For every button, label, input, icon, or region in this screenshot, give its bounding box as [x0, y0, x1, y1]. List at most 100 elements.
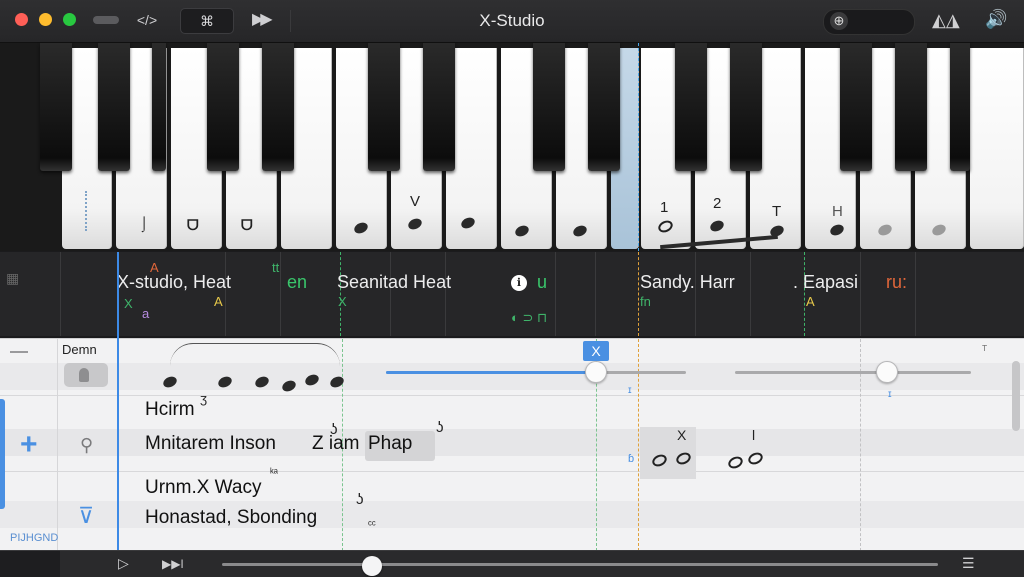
- region-mark: X: [677, 427, 687, 443]
- clip-label[interactable]: X-studio, Heat: [117, 272, 231, 293]
- clip-sub: X: [124, 296, 133, 311]
- grid-line: [225, 252, 226, 336]
- grid-line: [280, 252, 281, 336]
- split-view-icon[interactable]: ◭◮: [932, 10, 960, 31]
- clip-accent: ru:: [886, 272, 908, 292]
- phrase-arc: [170, 343, 340, 366]
- grid-line: [750, 252, 751, 336]
- track-icon: ▦: [6, 270, 20, 286]
- black-key[interactable]: [368, 43, 400, 171]
- pan-slider-track[interactable]: [735, 371, 971, 374]
- black-key[interactable]: [730, 43, 762, 171]
- title-bar: </> ⌘ ▶▶ X-Studio ⊕ ◭◮ 🔊: [0, 0, 1024, 43]
- row-mark: ʖ: [330, 421, 338, 438]
- clip-label[interactable]: Seanitad Heat: [337, 272, 451, 293]
- note-open[interactable]: [726, 454, 745, 471]
- info-icon[interactable]: ℹ: [511, 275, 527, 291]
- key-mark: ⌡: [140, 215, 149, 231]
- cursor-line: [638, 43, 639, 251]
- play-icon[interactable]: ▷: [118, 555, 129, 572]
- drag-handle[interactable]: [10, 351, 28, 353]
- list-icon[interactable]: ☰: [962, 555, 975, 572]
- chip-label: Phap: [368, 433, 413, 454]
- transport-bar: ▷ ▶▶ǀ ☰: [0, 550, 1024, 577]
- timeline-scrubber[interactable]: [222, 563, 938, 566]
- key-mark: 1: [660, 199, 669, 216]
- row-label[interactable]: Hcirm: [145, 399, 195, 421]
- grid-line: [860, 252, 861, 336]
- key-mark: H: [832, 203, 843, 220]
- black-key[interactable]: [950, 43, 970, 171]
- grid-line: [60, 252, 61, 336]
- clip-sub: ◐ ⊃ ⊓: [511, 310, 548, 325]
- black-key[interactable]: [40, 43, 72, 171]
- row-mark: ʖ: [356, 491, 364, 508]
- marker-line: [804, 252, 805, 336]
- region-mark: l: [752, 427, 756, 443]
- slider-tick: ɪ: [888, 389, 892, 400]
- row-divider: [0, 395, 1024, 396]
- black-key[interactable]: [262, 43, 294, 171]
- clip-tag: fn: [640, 294, 651, 309]
- row-mark: ᵏᵃ: [270, 467, 278, 479]
- grid-line: [915, 252, 916, 336]
- black-key[interactable]: [423, 43, 455, 171]
- black-key[interactable]: [840, 43, 872, 171]
- add-track-button[interactable]: +: [20, 430, 38, 460]
- marker-line: [638, 252, 639, 336]
- row-mark: ʒ: [200, 391, 208, 406]
- speaker-icon[interactable]: 🔊: [985, 9, 1007, 30]
- volume-slider-fill: [386, 371, 594, 374]
- black-key[interactable]: [675, 43, 707, 171]
- row-label[interactable]: Urnm.X Wacy: [145, 477, 261, 499]
- close-badge[interactable]: X: [583, 341, 609, 361]
- row-divider: [0, 471, 1024, 472]
- playhead[interactable]: [117, 252, 119, 576]
- editor-footer-label: PIJHGND: [10, 532, 59, 544]
- volume-slider-thumb[interactable]: [585, 361, 607, 383]
- column-divider: [57, 339, 58, 551]
- piano-keyboard: ⌡ ᗜ ᗜ V 1 2 T H: [0, 43, 1024, 285]
- clip-accent: u: [537, 272, 548, 292]
- skip-icon[interactable]: ▶▶ǀ: [162, 557, 184, 571]
- editor-panel: Demn + ⚲ ⊽ X ɪ ɪ Hcirm ʒ Mnitarem Inson …: [0, 338, 1024, 551]
- key-mark: V: [410, 193, 421, 210]
- clip-label[interactable]: Sandy. Harr: [640, 272, 735, 293]
- black-key[interactable]: [895, 43, 927, 171]
- grid-line: [555, 252, 556, 336]
- key-mark: T: [772, 203, 782, 220]
- key-mark: ᗜ: [241, 217, 253, 233]
- search-icon[interactable]: ⊕: [830, 12, 848, 30]
- grid-line: [595, 252, 596, 336]
- corner-mark: ᵀ: [982, 343, 988, 357]
- white-key[interactable]: [970, 48, 1024, 249]
- dotted-marker: [85, 191, 89, 231]
- clip-sub: a: [142, 306, 150, 321]
- black-key[interactable]: [588, 43, 620, 171]
- vertical-scrollbar[interactable]: [1012, 361, 1020, 431]
- pan-slider-thumb[interactable]: [876, 361, 898, 383]
- filter-icon[interactable]: ⊽: [78, 503, 94, 529]
- row-label[interactable]: Mnitarem Inson: [145, 433, 276, 455]
- clip-accent: tt: [272, 260, 280, 275]
- grid-line: [390, 252, 391, 336]
- black-key[interactable]: [98, 43, 130, 171]
- key-icon[interactable]: ⚲: [80, 435, 93, 456]
- editor-header-label: Demn: [62, 342, 97, 357]
- clip-tag: X: [338, 294, 347, 309]
- black-key[interactable]: [207, 43, 239, 171]
- row-mark: ʖ: [436, 419, 444, 436]
- slider-tick: ɪ: [628, 385, 632, 396]
- row-mark: ᶜᶜ: [368, 519, 376, 531]
- key-mark: ᗜ: [187, 217, 199, 233]
- clip-tag: A: [806, 294, 815, 309]
- track-lane: ▦ A X-studio, Heat en tt X a A Seanitad …: [0, 252, 1024, 336]
- black-key[interactable]: [152, 43, 166, 171]
- black-key[interactable]: [533, 43, 565, 171]
- key-mark: 2: [713, 195, 722, 212]
- clip-label[interactable]: . Eapasi: [793, 272, 858, 293]
- region-mark: ɓ: [628, 453, 635, 465]
- row-label[interactable]: Honastad, Sbonding: [145, 507, 317, 529]
- clip-tag: A: [214, 294, 223, 309]
- grid-line: [445, 252, 446, 336]
